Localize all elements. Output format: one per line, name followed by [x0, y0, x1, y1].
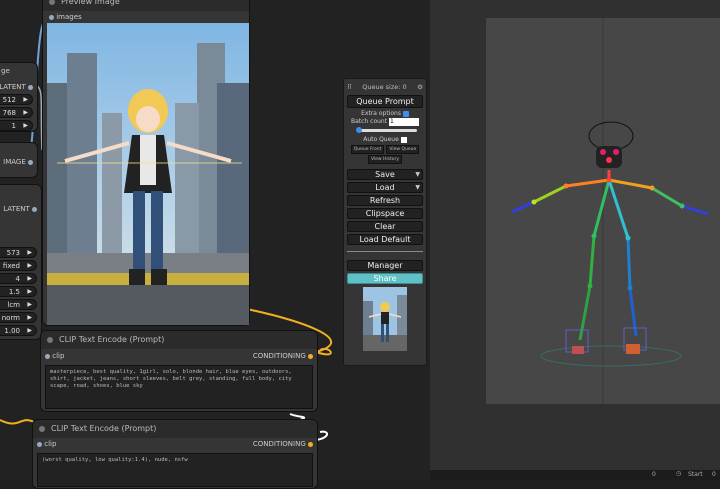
negative-prompt-textarea[interactable]: (worst quality, low quality:1.4), nude, … — [37, 453, 313, 487]
seed-widget[interactable]: 573 — [0, 247, 37, 258]
preview-image-node[interactable]: Preview Image images — [42, 0, 250, 326]
save-button[interactable]: Save — [347, 169, 423, 180]
control-after-generate-widget[interactable]: fixed — [0, 260, 37, 271]
image-output-label: IMAGE — [3, 158, 26, 166]
width-widget[interactable]: 512 — [0, 94, 33, 105]
conditioning-output-slot-negative[interactable]: CONDITIONING — [253, 440, 313, 448]
scheduler-widget[interactable]: norm — [0, 312, 37, 323]
height-widget[interactable]: 768 — [0, 107, 33, 118]
batch-count-input[interactable]: 1 — [389, 118, 419, 126]
queue-front-button[interactable]: Queue Front — [350, 145, 385, 154]
clip-input-label-negative: clip — [44, 440, 57, 448]
generated-image-preview — [47, 23, 249, 325]
queue-menu-panel: ⠿ Queue size: 0 ⚙ Queue Prompt Extra opt… — [343, 78, 427, 366]
pose-bottom-bar: 0 ◷ Start 0 — [430, 470, 720, 480]
slider-thumb[interactable] — [356, 127, 362, 133]
cfg-widget[interactable]: 1.5 — [0, 286, 37, 297]
batch-size-widget[interactable]: 1 — [0, 120, 33, 131]
empty-latent-node[interactable]: ge LATENT 512 768 1 — [0, 62, 38, 132]
clip-text-encode-positive-node[interactable]: CLIP Text Encode (Prompt) clip CONDITION… — [40, 330, 318, 412]
clip-input-slot[interactable]: clip — [45, 352, 64, 360]
image-output-slot[interactable]: IMAGE — [3, 158, 33, 166]
queue-prompt-button[interactable]: Queue Prompt — [347, 95, 423, 108]
clip-negative-title: CLIP Text Encode (Prompt) — [33, 420, 317, 438]
openpose-skeleton[interactable] — [486, 18, 720, 404]
images-input-slot[interactable]: images — [49, 13, 82, 21]
denoise-widget[interactable]: 1.00 — [0, 325, 37, 336]
positive-prompt-textarea[interactable]: masterpiece, best quality, 1girl, solo, … — [45, 365, 313, 409]
manager-button[interactable]: Manager — [347, 260, 423, 271]
clipspace-button[interactable]: Clipspace — [347, 208, 423, 219]
batch-count-label: Batch count — [350, 118, 388, 125]
settings-gear-icon[interactable]: ⚙ — [417, 83, 423, 91]
preview-image-title: Preview Image — [43, 0, 249, 11]
frame-value[interactable]: 0 — [652, 471, 656, 478]
conditioning-output-slot[interactable]: CONDITIONING — [253, 352, 313, 360]
share-button[interactable]: Share — [347, 273, 423, 284]
clock-icon: ◷ — [676, 470, 682, 477]
conditioning-output-label: CONDITIONING — [252, 352, 306, 360]
clip-input-slot-negative[interactable]: clip — [37, 440, 56, 448]
queue-view-buttons: Queue Front View Queue — [347, 145, 423, 154]
images-input-label: images — [56, 13, 82, 21]
batch-count-slider[interactable] — [356, 127, 417, 133]
pose-3d-viewport[interactable] — [486, 18, 720, 404]
refresh-button[interactable]: Refresh — [347, 195, 423, 206]
latent-output-label: LATENT — [0, 83, 26, 91]
clip-text-encode-negative-node[interactable]: CLIP Text Encode (Prompt) clip CONDITION… — [32, 419, 318, 489]
start-label[interactable]: Start — [688, 471, 703, 478]
auto-queue-row: Auto Queue — [347, 136, 423, 143]
menu-thumbnail-preview[interactable] — [363, 287, 407, 351]
latent-input-slot[interactable]: LATENT — [3, 205, 37, 213]
view-history-row: View History — [347, 155, 423, 164]
view-queue-button[interactable]: View Queue — [386, 145, 420, 154]
extra-options-row: Extra options — [347, 110, 423, 117]
end-value[interactable]: 0 — [712, 471, 716, 478]
clip-input-label: clip — [52, 352, 65, 360]
latent-output-slot[interactable]: LATENT — [0, 83, 33, 91]
ksampler-node[interactable]: LATENT 573 fixed 4 1.5 lcm norm 1.00 — [0, 184, 42, 340]
conditioning-output-label-negative: CONDITIONING — [252, 440, 306, 448]
view-history-button[interactable]: View History — [367, 155, 403, 164]
extra-options-checkbox[interactable] — [402, 110, 409, 117]
queue-size-label: Queue size: 0 — [362, 83, 407, 91]
extra-options-label: Extra options — [361, 110, 401, 117]
steps-widget[interactable]: 4 — [0, 273, 37, 284]
clip-positive-title: CLIP Text Encode (Prompt) — [41, 331, 317, 349]
batch-count-row: Batch count 1 — [347, 118, 423, 126]
latent-input-label: LATENT — [3, 205, 30, 213]
load-button[interactable]: Load — [347, 182, 423, 193]
node-title-fragment: ge — [1, 67, 10, 75]
drag-handle-icon[interactable]: ⠿ — [347, 83, 352, 91]
image-output-node[interactable]: IMAGE — [0, 142, 38, 178]
auto-queue-checkbox[interactable] — [400, 136, 407, 143]
menu-divider — [347, 251, 423, 252]
load-default-button[interactable]: Load Default — [347, 234, 423, 245]
sampler-widget[interactable]: lcm — [0, 299, 37, 310]
clear-button[interactable]: Clear — [347, 221, 423, 232]
auto-queue-label: Auto Queue — [363, 136, 399, 143]
